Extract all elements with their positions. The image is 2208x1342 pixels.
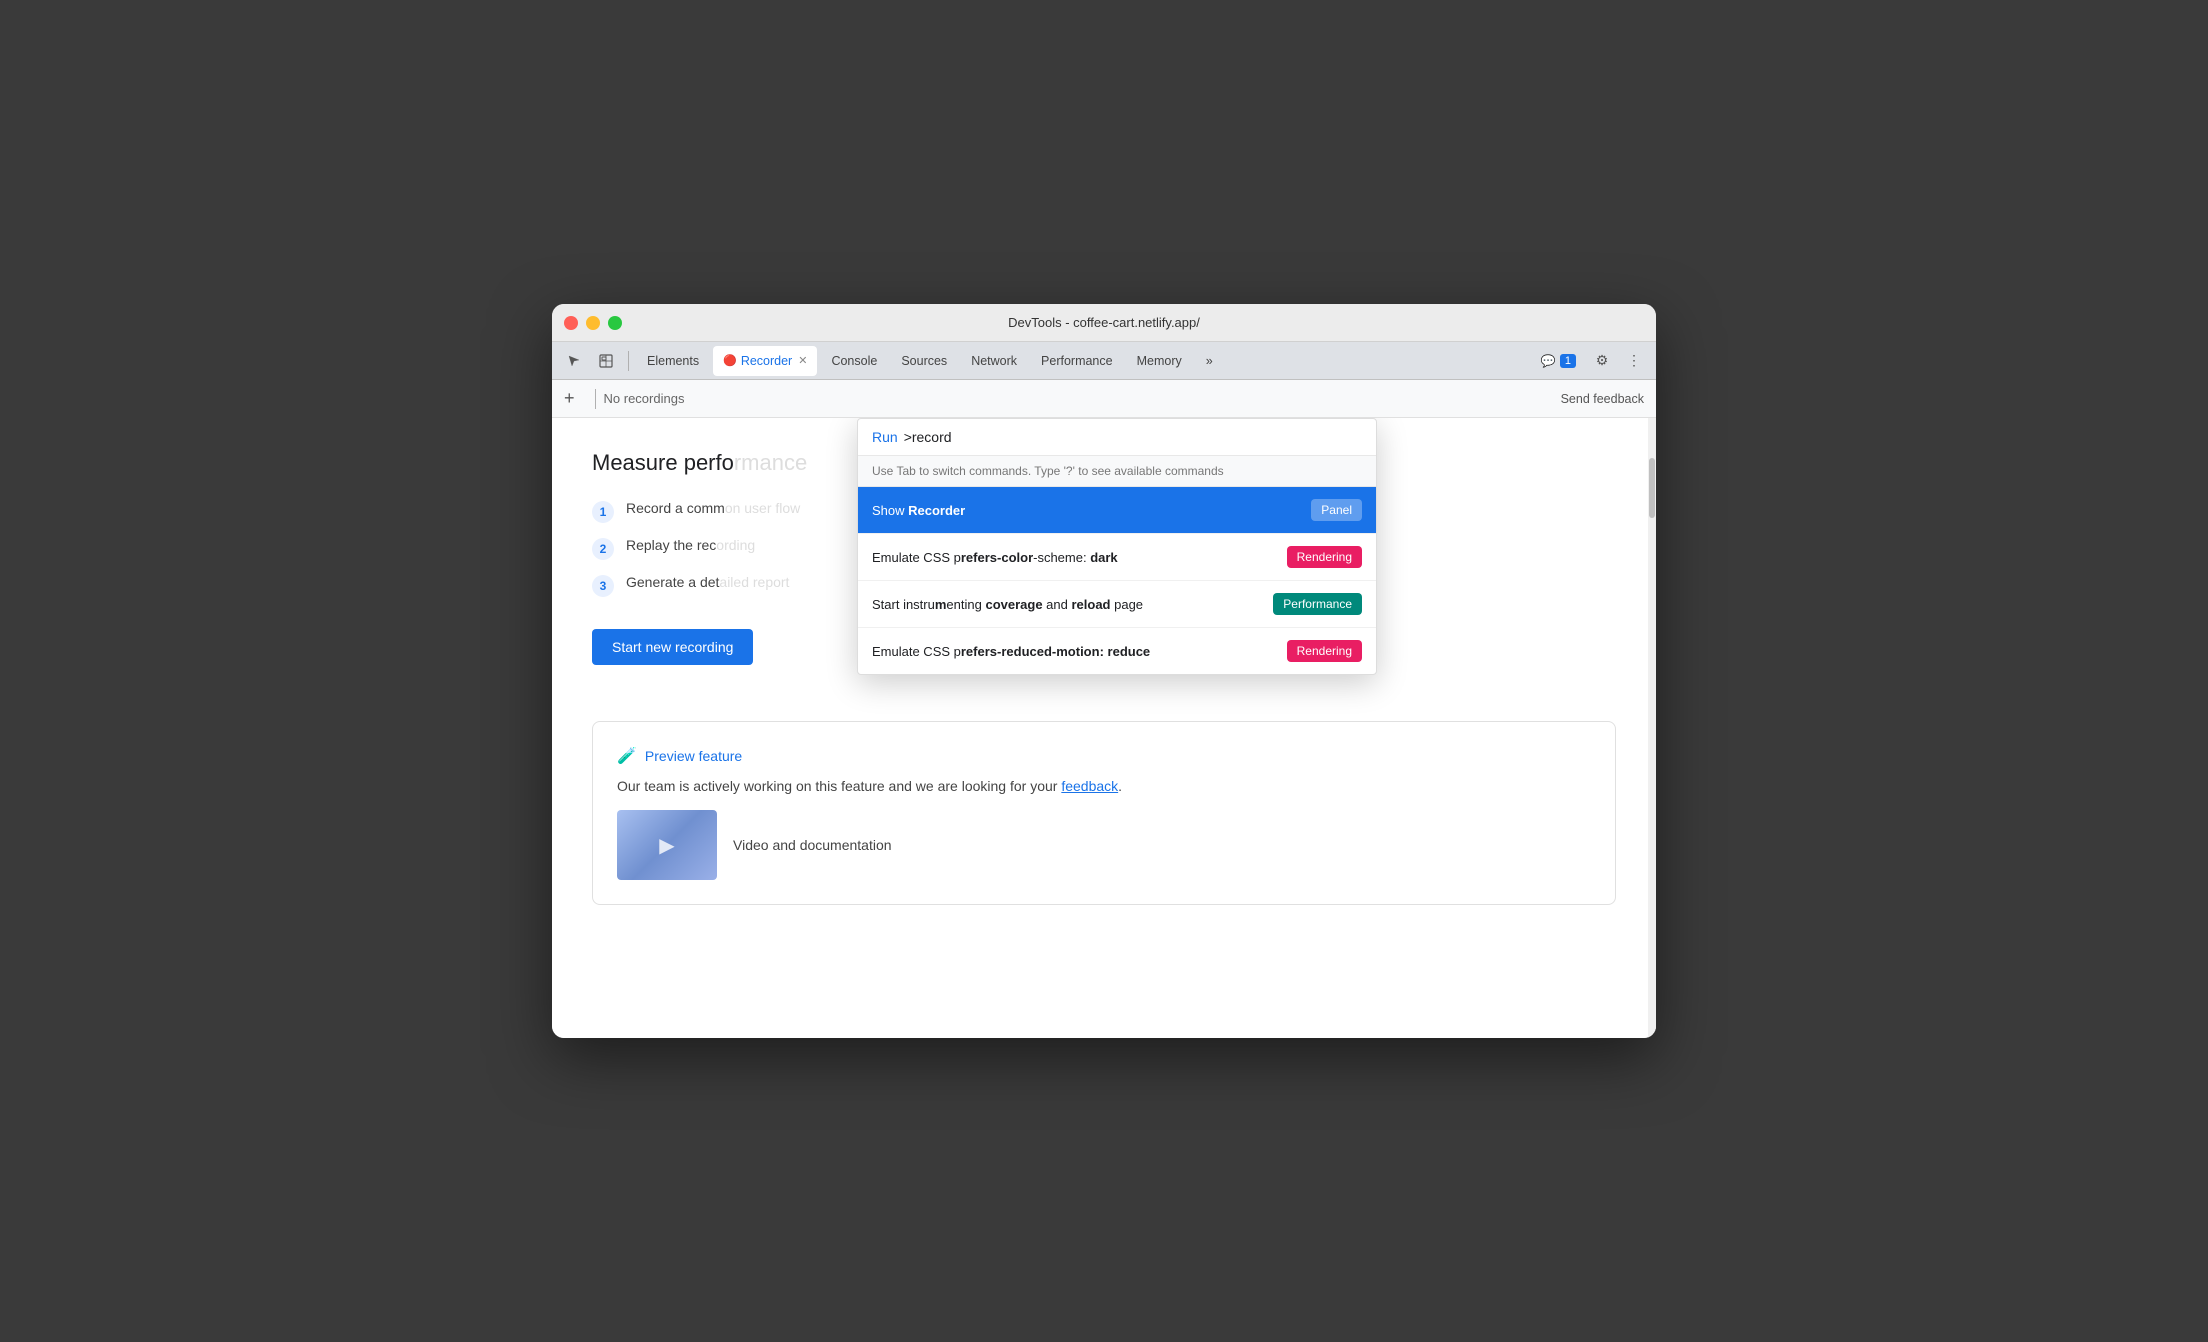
command-item-css-dark[interactable]: Emulate CSS prefers-color-scheme: dark R… (858, 534, 1376, 581)
settings-icon: ⚙ (1596, 352, 1609, 369)
tab-console[interactable]: Console (821, 346, 887, 376)
command-input[interactable]: >record (904, 429, 952, 445)
tab-recorder[interactable]: 🔴 Recorder ✕ (713, 346, 817, 376)
tab-console-label: Console (831, 354, 877, 368)
title-bar: DevTools - coffee-cart.netlify.app/ (552, 304, 1656, 342)
command-badge-rendering-reduce: Rendering (1287, 640, 1362, 662)
main-content: Measure performance 1 Record a common us… (552, 418, 1656, 1038)
step-2-text: Replay the recording (626, 537, 755, 553)
maximize-button[interactable] (608, 316, 622, 330)
command-item-css-dark-text: Emulate CSS prefers-color-scheme: dark (872, 550, 1287, 565)
video-thumbnail[interactable] (617, 810, 717, 880)
header-separator (595, 389, 596, 409)
settings-button[interactable]: ⚙ (1588, 347, 1616, 375)
tab-more-label: » (1206, 354, 1213, 368)
run-label: Run (872, 429, 898, 445)
tab-bar: Elements 🔴 Recorder ✕ Console Sources Ne… (552, 342, 1656, 380)
start-recording-button[interactable]: Start new recording (592, 629, 753, 665)
tab-network[interactable]: Network (961, 346, 1027, 376)
command-badge-performance: Performance (1273, 593, 1362, 615)
tab-recorder-close[interactable]: ✕ (798, 354, 807, 367)
tab-elements[interactable]: Elements (637, 346, 709, 376)
feedback-button[interactable]: 💬 1 (1533, 350, 1584, 372)
tab-more[interactable]: » (1196, 346, 1223, 376)
devtools-window: DevTools - coffee-cart.netlify.app/ Elem… (552, 304, 1656, 1038)
traffic-lights (564, 316, 622, 330)
command-hint: Use Tab to switch commands. Type '?' to … (858, 456, 1376, 487)
tab-performance[interactable]: Performance (1031, 346, 1123, 376)
cursor-icon[interactable] (560, 347, 588, 375)
preview-card: 🧪 Preview feature Our team is actively w… (592, 721, 1616, 905)
more-icon: ⋮ (1627, 352, 1641, 369)
command-item-show-recorder-text: Show Recorder (872, 503, 1311, 518)
step-number-2: 2 (592, 538, 614, 560)
feedback-icon: 💬 (1541, 354, 1556, 368)
tab-separator (628, 351, 629, 371)
command-item-coverage[interactable]: Start instrumenting coverage and reload … (858, 581, 1376, 628)
inspect-icon[interactable] (592, 347, 620, 375)
video-doc-label: Video and documentation (733, 837, 892, 853)
flask-icon: 🧪 (617, 746, 637, 766)
window-title: DevTools - coffee-cart.netlify.app/ (564, 315, 1644, 330)
feedback-link[interactable]: feedback (1061, 778, 1118, 794)
command-badge-panel: Panel (1311, 499, 1362, 521)
preview-description: Our team is actively working on this fea… (617, 778, 1591, 794)
tab-recorder-label: Recorder (741, 354, 792, 368)
tab-performance-label: Performance (1041, 354, 1113, 368)
tab-bar-right: 💬 1 ⚙ ⋮ (1533, 347, 1648, 375)
recorder-icon: 🔴 (723, 354, 737, 367)
command-input-row: Run >record (858, 419, 1376, 456)
command-item-coverage-text: Start instrumenting coverage and reload … (872, 597, 1273, 612)
preview-card-title: 🧪 Preview feature (617, 746, 1591, 766)
video-row: Video and documentation (617, 810, 1591, 880)
scrollbar[interactable] (1648, 418, 1656, 1038)
command-palette: Run >record Use Tab to switch commands. … (857, 418, 1377, 675)
recorder-header: + No recordings Send feedback (552, 380, 1656, 418)
tab-sources-label: Sources (901, 354, 947, 368)
more-options-button[interactable]: ⋮ (1620, 347, 1648, 375)
command-item-show-recorder[interactable]: Show Recorder Panel (858, 487, 1376, 534)
command-item-reduce-motion[interactable]: Emulate CSS prefers-reduced-motion: redu… (858, 628, 1376, 674)
minimize-button[interactable] (586, 316, 600, 330)
tab-bar-left: Elements 🔴 Recorder ✕ Console Sources Ne… (560, 346, 1223, 376)
tab-network-label: Network (971, 354, 1017, 368)
no-recordings-label: No recordings (604, 391, 685, 406)
scrollbar-thumb[interactable] (1649, 458, 1655, 518)
step-3-text: Generate a detailed report (626, 574, 789, 590)
send-feedback-button[interactable]: Send feedback (1561, 392, 1644, 406)
command-item-reduce-motion-text: Emulate CSS prefers-reduced-motion: redu… (872, 644, 1287, 659)
command-items: Show Recorder Panel Emulate CSS prefers-… (858, 487, 1376, 674)
tab-elements-label: Elements (647, 354, 699, 368)
step-number-1: 1 (592, 501, 614, 523)
step-1-text: Record a common user flow (626, 500, 800, 516)
command-badge-rendering-dark: Rendering (1287, 546, 1362, 568)
step-number-3: 3 (592, 575, 614, 597)
tab-sources[interactable]: Sources (891, 346, 957, 376)
add-recording-button[interactable]: + (564, 388, 575, 409)
preview-title-label: Preview feature (645, 748, 742, 764)
tab-memory-label: Memory (1137, 354, 1182, 368)
feedback-badge: 1 (1560, 354, 1576, 368)
tab-memory[interactable]: Memory (1127, 346, 1192, 376)
close-button[interactable] (564, 316, 578, 330)
